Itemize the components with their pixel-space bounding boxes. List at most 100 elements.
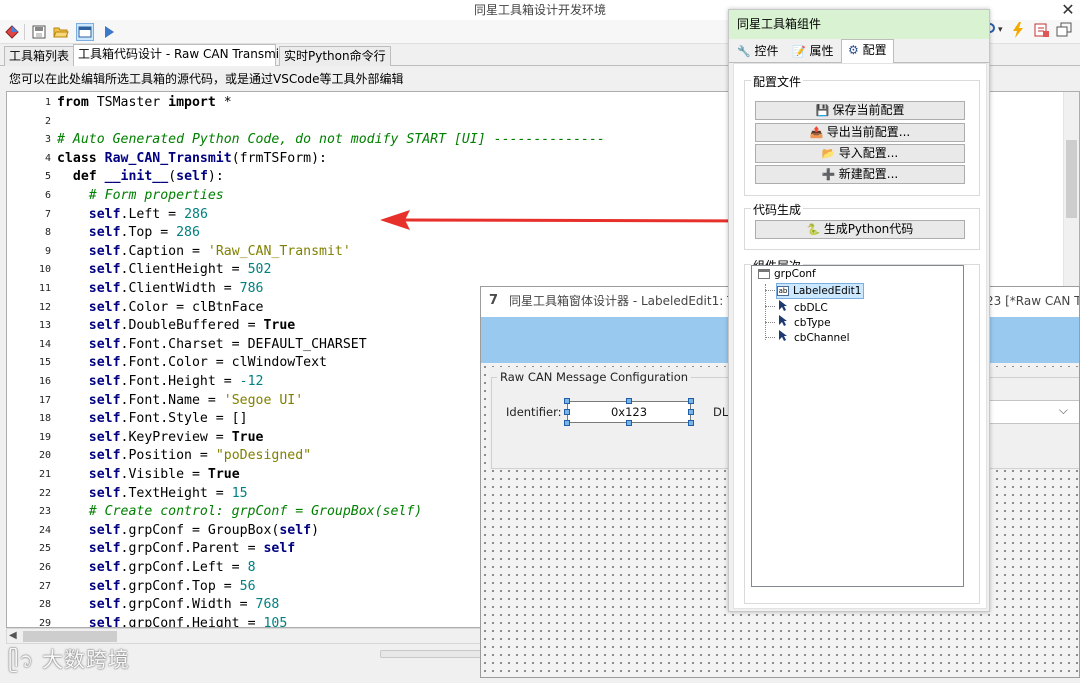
code-line[interactable]: self.Visible = True: [57, 466, 240, 484]
tree-node[interactable]: cbChannel: [778, 329, 850, 345]
code-line[interactable]: self.Font.Charset = DEFAULT_CHARSET: [57, 336, 367, 354]
code-line[interactable]: self.Font.Color = clWindowText: [57, 354, 327, 372]
code-token: self: [88, 411, 121, 427]
export-config-label: 导出当前配置...: [826, 125, 911, 139]
code-line[interactable]: # Create control: grpConf = GroupBox(sel…: [57, 503, 422, 521]
code-line[interactable]: self.Top = 286: [57, 224, 200, 242]
line-number-gutter: 1 2 3 4 5 6 7 8 9 10 11 12 13 14 15 16 17 18 19 20 21 22 23 24 2…: [7, 92, 55, 627]
open-folder-icon[interactable]: [52, 23, 70, 41]
line-number: 24: [38, 524, 51, 536]
generate-python-button[interactable]: 🐍 生成Python代码: [755, 220, 965, 239]
resize-handle[interactable]: [626, 420, 632, 426]
code-line[interactable]: class Raw_CAN_Transmit(frmTSForm):: [57, 150, 327, 168]
code-line[interactable]: def __init__(self):: [57, 168, 224, 186]
resize-handle[interactable]: [688, 398, 694, 404]
code-line[interactable]: self.ClientWidth = 786: [57, 280, 264, 298]
tree-node-selected[interactable]: ab LabeledEdit1: [776, 283, 865, 299]
code-line[interactable]: self.Left = 286: [57, 206, 208, 224]
code-line[interactable]: self.grpConf.Height = 105: [57, 615, 288, 627]
run-icon[interactable]: [100, 23, 118, 41]
tab-properties[interactable]: 📝 属性: [786, 41, 840, 63]
save-config-label: 保存当前配置: [832, 103, 905, 117]
code-line[interactable]: self.grpConf.Top = 56: [57, 578, 256, 596]
code-line[interactable]: self.TextHeight = 15: [57, 485, 248, 503]
code-line[interactable]: self.Font.Name = 'Segoe UI': [57, 392, 303, 410]
code-line[interactable]: self.ClientHeight = 502: [57, 261, 272, 279]
code-line[interactable]: self.grpConf = GroupBox(self): [57, 522, 319, 540]
save-config-button[interactable]: 💾 保存当前配置: [755, 101, 965, 120]
toolbox-components-panel: 同星工具箱组件 🔧 控件 📝 属性 ⚙ 配置 配置文件 💾 保存当前配置 📤 导出当…: [728, 9, 990, 612]
code-line[interactable]: self.grpConf.Parent = self: [57, 540, 295, 558]
code-token: TSMaster: [88, 95, 169, 110]
tree-node[interactable]: cbType: [778, 314, 831, 330]
resize-handle[interactable]: [564, 420, 570, 426]
tree-node-root-label: grpConf: [774, 268, 816, 280]
diamond-icon[interactable]: [3, 23, 21, 41]
restore-icon[interactable]: [1056, 22, 1072, 41]
code-token: (frmTSForm):: [231, 150, 327, 166]
tab-python-console[interactable]: 实时Python命令行: [279, 46, 391, 66]
code-line[interactable]: self.DoubleBuffered = True: [57, 317, 295, 335]
horizontal-scroll-thumb[interactable]: [23, 631, 117, 642]
line-number: 13: [38, 320, 51, 332]
resize-handle[interactable]: [688, 409, 694, 415]
vertical-scroll-thumb[interactable]: [1066, 140, 1077, 218]
export-config-button[interactable]: 📤 导出当前配置...: [755, 123, 965, 142]
window-icon[interactable]: [76, 23, 94, 41]
python-icon: 🐍: [806, 223, 821, 236]
save-icon[interactable]: [30, 23, 48, 41]
code-line[interactable]: self.Color = clBtnFace: [57, 299, 264, 317]
lightning-icon[interactable]: [1012, 22, 1024, 41]
tab-config[interactable]: ⚙ 配置: [841, 39, 894, 64]
scroll-left-icon[interactable]: ◀: [9, 629, 21, 643]
code-line[interactable]: # Auto Generated Python Code, do not mod…: [57, 131, 605, 149]
tab-toolbox-code-design[interactable]: 工具箱代码设计 - Raw CAN Transmit: [73, 44, 284, 67]
code-line[interactable]: self.Caption = 'Raw_CAN_Transmit': [57, 243, 351, 261]
resize-handle[interactable]: [564, 398, 570, 404]
code-token: .grpConf.Parent =: [120, 541, 264, 557]
code-token: self: [88, 336, 121, 352]
code-line[interactable]: self.Font.Style = []: [57, 410, 248, 428]
code-line[interactable]: self.grpConf.Width = 768: [57, 596, 280, 614]
secondary-scroll-thumb[interactable]: [380, 650, 490, 658]
resize-handle[interactable]: [688, 420, 694, 426]
code-line[interactable]: self.KeyPreview = True: [57, 429, 264, 447]
tab-toolbox-list[interactable]: 工具箱列表: [4, 46, 75, 66]
code-token: self: [88, 578, 121, 594]
combo-box[interactable]: ⌵: [989, 400, 1079, 424]
code-line[interactable]: # Form properties: [57, 187, 224, 205]
tab-controls[interactable]: 🔧 控件: [731, 41, 785, 63]
import-config-button[interactable]: 📂 导入配置...: [755, 144, 965, 163]
code-token: .Visible =: [120, 467, 208, 482]
resize-handle[interactable]: [564, 409, 570, 415]
export-icon[interactable]: [1034, 22, 1050, 41]
tab-properties-label: 属性: [809, 44, 834, 58]
code-line[interactable]: from TSMaster import *: [57, 94, 232, 112]
tree-node-root[interactable]: grpConf: [758, 267, 816, 281]
resize-handle[interactable]: [626, 398, 632, 404]
combo-arrow-icon[interactable]: ⌵: [1059, 403, 1068, 418]
line-number: 27: [38, 580, 51, 592]
tree-line: [765, 322, 775, 323]
tree-node[interactable]: cbDLC: [778, 299, 828, 315]
code-line[interactable]: self.Font.Height = -12: [57, 373, 264, 391]
code-line[interactable]: self.Position = "poDesigned": [57, 447, 311, 465]
new-config-button[interactable]: ➕ 新建配置...: [755, 165, 965, 184]
window-close-button[interactable]: ✕: [1060, 0, 1076, 20]
line-number: 5: [44, 171, 51, 183]
identifier-label: Identifier:: [506, 405, 562, 419]
code-token: from: [57, 95, 89, 110]
code-token: __init__: [104, 169, 169, 185]
component-tree[interactable]: grpConf ab LabeledEdit1 cbDLC cbType cbCh…: [751, 265, 964, 587]
new-config-label: 新建配置...: [838, 167, 899, 181]
tree-line: [765, 290, 775, 291]
chevron-down-icon[interactable]: ▾: [998, 22, 1003, 38]
code-line[interactable]: self.grpConf.Left = 8: [57, 559, 256, 577]
